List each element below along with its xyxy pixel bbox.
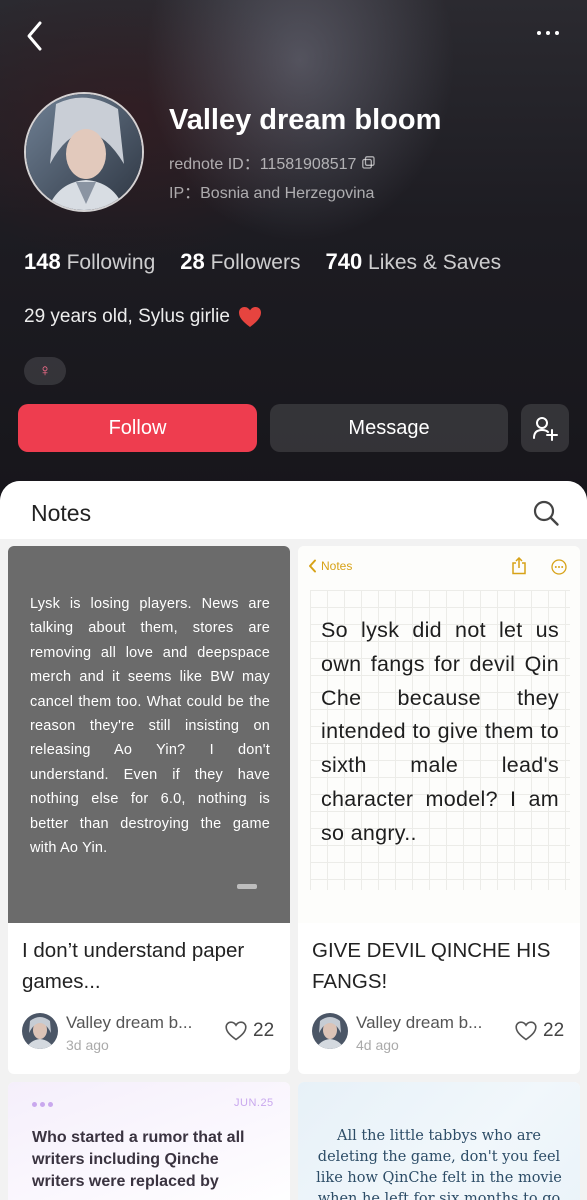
likes-count: 740 [325, 249, 363, 274]
gender-badge: ♀ [24, 357, 66, 385]
note-card-1[interactable]: Lysk is losing players. News are talking… [8, 546, 290, 1074]
note-card-3[interactable]: JUN.25 Who started a rumor that all writ… [8, 1082, 290, 1200]
like-count: 22 [543, 1020, 565, 1041]
note-cover-text: Lysk is losing players. News are talking… [30, 596, 270, 857]
heart-outline-icon [515, 1021, 537, 1041]
cover-notes-back: Notes [308, 559, 352, 573]
like-count: 22 [253, 1020, 275, 1041]
cover-date: JUN.25 [234, 1097, 274, 1109]
author-avatar [312, 1013, 348, 1049]
notes-panel: Notes Lysk is losing players. News are t… [0, 481, 587, 1200]
note-cover-text: Who started a rumor that all writers inc… [32, 1129, 245, 1190]
notes-tab[interactable]: Notes [31, 500, 91, 527]
cover-dots [32, 1102, 53, 1107]
message-button[interactable]: Message [270, 404, 508, 452]
note-cover-text: All the little tabbys who are deleting t… [316, 1128, 562, 1200]
cover-dash [237, 884, 257, 889]
note-author: Valley dream b... [66, 1013, 193, 1032]
rednote-id: rednote ID：11581908517 [169, 150, 376, 174]
author-avatar-image [312, 1013, 348, 1049]
author-avatar [22, 1013, 58, 1049]
following-label: Following [66, 251, 156, 274]
profile-stats: 148 Following 28 Followers 740 Likes & S… [24, 249, 501, 275]
followers-count: 28 [180, 249, 205, 274]
search-icon[interactable] [532, 499, 560, 527]
female-symbol-icon: ♀ [38, 361, 52, 380]
author-avatar-image [22, 1013, 58, 1049]
heart-icon [238, 307, 261, 327]
note-cover-1: Lysk is losing players. News are talking… [8, 546, 290, 923]
profile-username: Valley dream bloom [169, 104, 442, 136]
stat-following[interactable]: 148 Following [24, 249, 155, 275]
note-cover-2: Notes So lysk did not let us own fangs f… [298, 546, 580, 923]
likes-label: Likes & Saves [368, 251, 502, 274]
note-card-2[interactable]: Notes So lysk did not let us own fangs f… [298, 546, 580, 1074]
heart-outline-icon [225, 1021, 247, 1041]
note-card-4[interactable]: All the little tabbys who are deleting t… [298, 1082, 580, 1200]
notes-header: Notes [0, 481, 587, 539]
more-options-button[interactable] [531, 20, 565, 46]
following-count: 148 [24, 249, 61, 274]
note-title: I don’t understand paper games... [22, 939, 245, 993]
chevron-left-icon [309, 559, 316, 573]
chevron-left-icon [27, 21, 42, 51]
note-cover-3: JUN.25 Who started a rumor that all writ… [8, 1082, 290, 1200]
profile-avatar[interactable] [24, 92, 144, 212]
back-button[interactable] [22, 18, 50, 54]
note-time: 4d ago [356, 1037, 399, 1053]
copy-icon[interactable] [362, 155, 376, 169]
more-circle-icon [551, 559, 567, 575]
rednote-id-text: rednote ID：11581908517 [169, 156, 357, 173]
avatar-image [26, 94, 142, 210]
share-icon [512, 557, 526, 575]
note-title: GIVE DEVIL QINCHE HIS FANGS! [312, 939, 551, 993]
note-time: 3d ago [66, 1037, 109, 1053]
profile-bio: 29 years old, Sylus girlie [24, 306, 262, 328]
like-button[interactable]: 22 [515, 1020, 564, 1042]
ip-location: IP：Bosnia and Herzegovina [169, 185, 375, 202]
add-user-icon [533, 417, 558, 441]
stat-followers[interactable]: 28 Followers [180, 249, 300, 275]
bio-text: 29 years old, Sylus girlie [24, 306, 230, 327]
follow-button[interactable]: Follow [18, 404, 257, 452]
profile-header: Valley dream bloom rednote ID：1158190851… [0, 0, 587, 500]
stat-likes-saves[interactable]: 740 Likes & Saves [325, 249, 501, 275]
note-cover-4: All the little tabbys who are deleting t… [298, 1082, 580, 1200]
add-friend-button[interactable] [521, 404, 569, 452]
followers-label: Followers [210, 251, 301, 274]
like-button[interactable]: 22 [225, 1020, 274, 1042]
cover-notes-label: Notes [321, 559, 353, 573]
more-dots-icon [537, 31, 541, 35]
note-author: Valley dream b... [356, 1013, 483, 1032]
note-cover-text: So lysk did not let us own fangs for dev… [321, 618, 559, 845]
